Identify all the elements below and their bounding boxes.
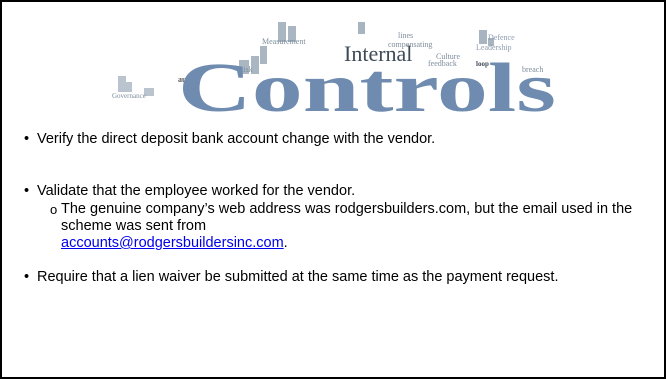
- sub-bullet-item: o The genuine company’s web address was …: [50, 201, 640, 252]
- sub-bullet-end: .: [283, 235, 288, 251]
- bullet-marker: •: [24, 131, 30, 147]
- cloud-word-lines: lines: [398, 31, 413, 40]
- internal-controls-word-cloud: Measurement lines compensating Defence L…: [112, 22, 556, 116]
- bullet-item: • Require that a lien waiver be submitte…: [24, 269, 644, 286]
- cloud-word-measurement: Measurement: [262, 37, 306, 46]
- cloud-word-defence: Defence: [488, 33, 515, 42]
- sub-bullet-text-wrap: The genuine company’s web address was ro…: [61, 201, 640, 252]
- bullet-item: • Validate that the employee worked for …: [24, 183, 644, 251]
- cloud-word-governance: Governance: [112, 92, 146, 100]
- bullet-text: Validate that the employee worked for th…: [37, 183, 356, 199]
- slide: Measurement lines compensating Defence L…: [0, 0, 666, 379]
- bullet-text: Verify the direct deposit bank account c…: [37, 131, 436, 147]
- bullet-text: Require that a lien waiver be submitted …: [37, 269, 559, 285]
- cloud-word-controls: Controls: [178, 50, 556, 116]
- email-link[interactable]: accounts@rodgersbuildersinc.com: [61, 235, 284, 251]
- sub-bullet-text: The genuine company’s web address was ro…: [61, 201, 633, 234]
- sub-bullet-marker: o: [50, 202, 58, 217]
- bullet-marker: •: [24, 269, 30, 285]
- bullet-item: • Verify the direct deposit bank account…: [24, 131, 644, 148]
- bullet-marker: •: [24, 183, 30, 199]
